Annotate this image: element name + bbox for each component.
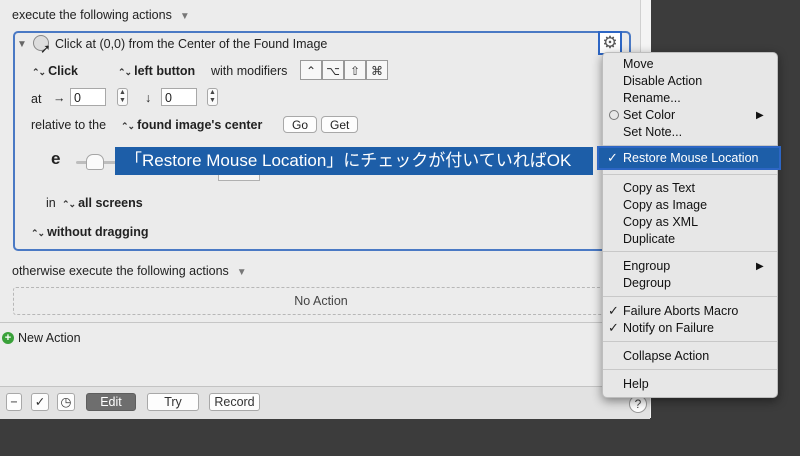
- menu-item-failure-aborts-macro[interactable]: Failure Aborts Macro: [623, 304, 738, 318]
- action-context-menu: Move Disable Action Rename... Set Color …: [602, 52, 778, 398]
- updown-icon: ⌃⌄: [118, 67, 132, 77]
- y-offset-stepper[interactable]: ▲ ▼: [207, 88, 218, 106]
- relative-label: relative to the: [31, 118, 107, 132]
- down-arrow-icon: ↓: [145, 91, 152, 105]
- menu-item-help[interactable]: Help: [623, 377, 649, 391]
- at-label: at: [31, 92, 42, 106]
- menu-item-collapse-action[interactable]: Collapse Action: [623, 349, 709, 363]
- add-icon[interactable]: +: [2, 332, 14, 344]
- menu-item-duplicate[interactable]: Duplicate: [623, 232, 675, 246]
- menu-item-degroup[interactable]: Degroup: [623, 276, 671, 290]
- relative-to-popup[interactable]: ⌃⌄ found image's center: [121, 118, 262, 132]
- x-offset-field[interactable]: 0: [70, 88, 106, 106]
- shift-modifier-toggle[interactable]: ⇧: [344, 60, 366, 80]
- menu-item-notify-on-failure[interactable]: Notify on Failure: [623, 321, 714, 335]
- go-button[interactable]: Go: [283, 116, 318, 133]
- mouse-cursor-icon: ➚: [40, 41, 51, 56]
- click-type-popup[interactable]: ⌃⌄ Click: [32, 64, 78, 78]
- menu-item-set-color[interactable]: Set Color: [623, 108, 675, 122]
- mouse-button-popup[interactable]: ⌃⌄ left button: [118, 64, 195, 78]
- partial-label: e: [51, 149, 61, 168]
- menu-separator: [603, 251, 777, 252]
- menu-separator: [603, 296, 777, 297]
- modifiers-label: with modifiers: [211, 64, 288, 78]
- menu-item-set-note[interactable]: Set Note...: [623, 125, 682, 139]
- menu-separator: [603, 369, 777, 370]
- menu-item-label: Restore Mouse Location: [623, 151, 759, 165]
- no-action-placeholder[interactable]: No Action: [13, 287, 629, 315]
- menu-item-restore-mouse-location[interactable]: ✓ Restore Mouse Location: [597, 146, 781, 170]
- menu-separator: [603, 174, 777, 175]
- submenu-arrow-icon: ▶: [756, 110, 764, 121]
- menu-item-copy-as-text[interactable]: Copy as Text: [623, 181, 695, 195]
- control-modifier-toggle[interactable]: ⌃: [300, 60, 322, 80]
- drag-popup[interactable]: ⌃⌄ without dragging: [31, 225, 148, 239]
- submenu-arrow-icon: ▶: [756, 261, 764, 272]
- checkmark-icon: ✓: [607, 150, 618, 165]
- menu-item-move[interactable]: Move: [623, 57, 654, 71]
- execute-actions-header[interactable]: execute the following actions ▼: [12, 8, 190, 22]
- collapse-triangle-icon[interactable]: ▼: [17, 39, 27, 50]
- menu-item-disable-action[interactable]: Disable Action: [623, 74, 702, 88]
- option-modifier-toggle[interactable]: ⌥: [322, 60, 344, 80]
- otherwise-actions-header[interactable]: otherwise execute the following actions ▼: [12, 264, 247, 278]
- in-label: in: [46, 196, 56, 210]
- execute-actions-title: execute the following actions: [12, 8, 172, 22]
- clock-icon[interactable]: ◷: [57, 393, 75, 411]
- updown-icon: ⌃⌄: [31, 228, 45, 238]
- right-arrow-icon: →: [53, 91, 66, 105]
- macro-editor-window: execute the following actions ▼ ▼ ➚ Click…: [0, 0, 651, 419]
- screens-popup[interactable]: ⌃⌄ all screens: [62, 196, 143, 210]
- otherwise-actions-title: otherwise execute the following actions: [12, 264, 229, 278]
- updown-icon: ⌃⌄: [121, 121, 135, 131]
- minus-icon[interactable]: −: [6, 393, 22, 411]
- color-circle-icon: [609, 110, 619, 120]
- y-offset-field[interactable]: 0: [161, 88, 197, 106]
- checkmark-icon: ✓: [608, 303, 619, 318]
- menu-item-copy-as-image[interactable]: Copy as Image: [623, 198, 707, 212]
- updown-icon: ⌃⌄: [62, 199, 76, 209]
- get-button[interactable]: Get: [321, 116, 359, 133]
- checkmark-icon: ✓: [608, 320, 619, 335]
- menu-item-rename[interactable]: Rename...: [623, 91, 681, 105]
- menu-separator: [603, 341, 777, 342]
- menu-item-engroup[interactable]: Engroup: [623, 259, 670, 273]
- checkmark-icon[interactable]: ✓: [31, 393, 49, 411]
- menu-item-copy-as-xml[interactable]: Copy as XML: [623, 215, 698, 229]
- action-title: Click at (0,0) from the Center of the Fo…: [55, 37, 328, 51]
- divider: [0, 322, 650, 323]
- disclosure-down-icon[interactable]: ▼: [180, 11, 190, 22]
- slider-knob[interactable]: [86, 154, 104, 170]
- edit-button[interactable]: Edit: [86, 393, 136, 411]
- new-action-link[interactable]: New Action: [18, 331, 81, 345]
- try-button[interactable]: Try: [147, 393, 199, 411]
- disclosure-down-icon[interactable]: ▼: [237, 267, 247, 278]
- command-modifier-toggle[interactable]: ⌘: [366, 60, 388, 80]
- x-offset-stepper[interactable]: ▲ ▼: [117, 88, 128, 106]
- record-button[interactable]: Record: [209, 393, 260, 411]
- annotation-callout: 「Restore Mouse Location」にチェックが付いていればOK: [115, 147, 593, 175]
- updown-icon: ⌃⌄: [32, 67, 46, 77]
